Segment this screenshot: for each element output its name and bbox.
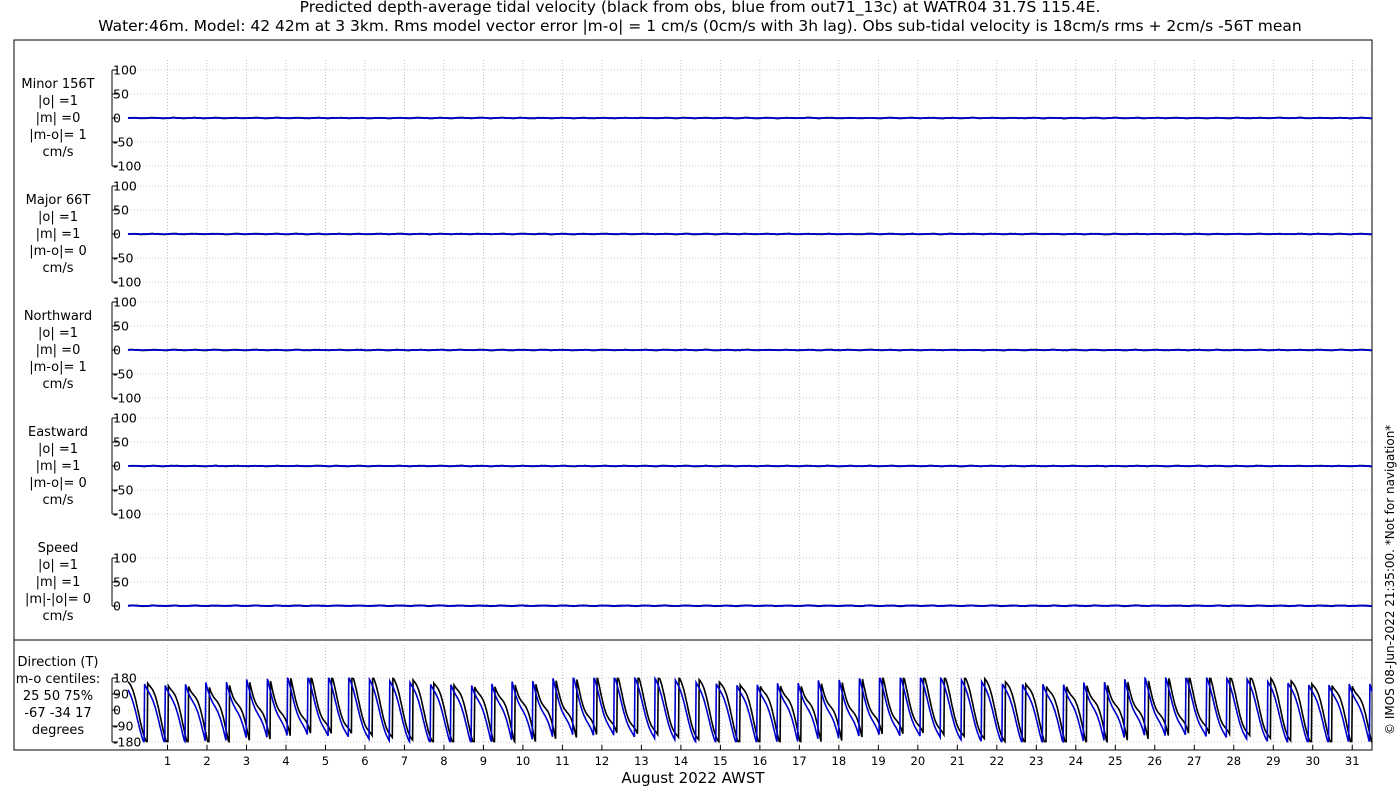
y-tick-label: 100 <box>113 551 137 566</box>
x-tick-label: 11 <box>555 754 570 768</box>
panel-label-line: |m| =1 <box>35 459 81 474</box>
y-tick-label: 0 <box>113 343 121 358</box>
panel-label-line: |m-o|= 0 <box>29 476 87 491</box>
y-tick-label: -180 <box>113 735 141 750</box>
panel-label-line: degrees <box>31 723 85 738</box>
panel-label-line: |m-o|= 1 <box>29 360 87 375</box>
y-tick-label: 0 <box>113 599 121 614</box>
x-tick-label: 30 <box>1305 754 1320 768</box>
x-tick-label: 28 <box>1226 754 1241 768</box>
upper-frame <box>13 39 1373 641</box>
panel-label-line: cm/s <box>42 377 74 392</box>
y-tick-label: -90 <box>113 719 133 734</box>
x-axis-label: August 2022 AWST <box>621 769 765 787</box>
y-tick-label: 50 <box>113 319 129 334</box>
y-tick-label: -100 <box>113 391 141 406</box>
y-tick-label: -100 <box>113 159 141 174</box>
x-tick-label: 1 <box>164 754 171 768</box>
x-tick-label: 25 <box>1108 754 1123 768</box>
panel-label-block: Direction (T) m-o centiles: 25 50 75% -67 -… <box>8 654 108 739</box>
panel-label-line: |m| =1 <box>35 575 81 590</box>
y-tick-label: 90 <box>113 687 129 702</box>
x-tick-label: 17 <box>792 754 807 768</box>
y-tick-label: 50 <box>113 575 129 590</box>
y-tick-label: 0 <box>113 703 121 718</box>
x-tick-label: 26 <box>1147 754 1162 768</box>
x-tick-label: 4 <box>282 754 289 768</box>
x-tick-label: 9 <box>480 754 487 768</box>
panel-label-line: cm/s <box>42 609 74 624</box>
x-tick-label: 15 <box>713 754 728 768</box>
panel-label-line: |m| =0 <box>35 111 81 126</box>
y-tick-label: 100 <box>113 295 137 310</box>
y-tick-label: -50 <box>113 251 133 266</box>
panel-label-line: Northward <box>23 309 93 324</box>
y-tick-label: -50 <box>113 367 133 382</box>
panel-label-line: -67 -34 17 <box>24 706 92 721</box>
panel-label-line: |m-o|= 0 <box>29 244 87 259</box>
panel-label-line: |o| =1 <box>37 94 78 109</box>
x-tick-label: 10 <box>516 754 531 768</box>
y-tick-label: 100 <box>113 63 137 78</box>
x-tick-label: 22 <box>990 754 1005 768</box>
x-tick-label: 18 <box>832 754 847 768</box>
panel-label-block: Major 66T |o| =1 |m| =1 |m-o|= 0 cm/s <box>8 192 108 277</box>
panel-label-line: |o| =1 <box>37 558 78 573</box>
panel-label-block: Minor 156T |o| =1 |m| =0 |m-o|= 1 cm/s <box>8 76 108 161</box>
x-tick-label: 21 <box>950 754 965 768</box>
x-tick-label: 23 <box>1029 754 1044 768</box>
panel-label-line: Speed <box>37 541 79 556</box>
panel-label-line: |o| =1 <box>37 326 78 341</box>
panel-label-block: Northward |o| =1 |m| =0 |m-o|= 1 cm/s <box>8 308 108 393</box>
panel-label-line: 25 50 75% <box>22 689 94 704</box>
x-tick-label: 19 <box>871 754 886 768</box>
panel-label-line: |o| =1 <box>37 210 78 225</box>
x-tick-label: 29 <box>1266 754 1281 768</box>
y-tick-label: -100 <box>113 275 141 290</box>
panel-label-line: cm/s <box>42 145 74 160</box>
y-tick-label: 0 <box>113 227 121 242</box>
y-tick-label: -100 <box>113 507 141 522</box>
x-tick-label: 31 <box>1345 754 1360 768</box>
panel-label-line: Major 66T <box>25 193 91 208</box>
x-tick-label: 27 <box>1187 754 1202 768</box>
panel-label-block: Speed |o| =1 |m| =1 |m|-|o|= 0 cm/s <box>8 540 108 625</box>
y-tick-label: 50 <box>113 87 129 102</box>
panel-label-line: Direction (T) <box>17 655 99 670</box>
x-tick-label: 8 <box>440 754 447 768</box>
y-tick-label: 50 <box>113 435 129 450</box>
x-tick-label: 14 <box>674 754 689 768</box>
panel-label-line: m-o centiles: <box>15 672 101 687</box>
y-tick-label: 0 <box>113 459 121 474</box>
panel-label-line: |m| =1 <box>35 227 81 242</box>
panel-label-line: |m|-|o|= 0 <box>24 592 92 607</box>
x-tick-label: 16 <box>753 754 768 768</box>
x-tick-label: 12 <box>595 754 610 768</box>
panel-label-line: cm/s <box>42 261 74 276</box>
panel-label-line: cm/s <box>42 493 74 508</box>
panel-label-line: |o| =1 <box>37 442 78 457</box>
y-tick-label: 100 <box>113 411 137 426</box>
x-tick-label: 6 <box>361 754 368 768</box>
copyright-watermark: © IMOS 08-Jun-2022 21:35:00. *Not for na… <box>1383 424 1397 735</box>
panel-label-block: Eastward |o| =1 |m| =1 |m-o|= 0 cm/s <box>8 424 108 509</box>
panel-label-line: |m-o|= 1 <box>29 128 87 143</box>
y-tick-label: 50 <box>113 203 129 218</box>
x-tick-label: 24 <box>1068 754 1083 768</box>
x-tick-label: 7 <box>401 754 408 768</box>
y-tick-label: -50 <box>113 135 133 150</box>
tidal-velocity-figure: 1 2 3 4 5 6 7 8 9 10 11 12 13 14 15 16 17 18 19 20 21 22 23 24 2… <box>13 39 1373 768</box>
y-tick-label: 100 <box>113 179 137 194</box>
panel-label-line: |m| =0 <box>35 343 81 358</box>
x-tick-label: 13 <box>634 754 649 768</box>
x-tick-label: 3 <box>243 754 250 768</box>
panel-label-line: Eastward <box>27 425 89 440</box>
x-tick-label: 5 <box>322 754 329 768</box>
y-tick-label: 0 <box>113 111 121 126</box>
y-tick-label: 180 <box>113 671 137 686</box>
panel-label-line: Minor 156T <box>21 77 95 92</box>
y-tick-label: -50 <box>113 483 133 498</box>
x-tick-label: 20 <box>911 754 926 768</box>
x-tick-label: 2 <box>203 754 210 768</box>
